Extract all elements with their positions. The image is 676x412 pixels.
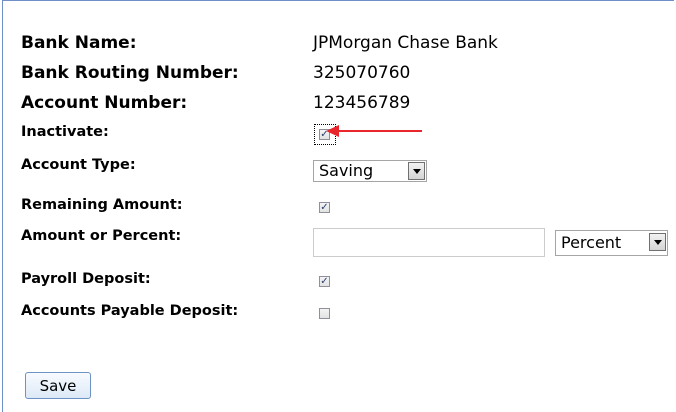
bank-account-panel: Bank Name: JPMorgan Chase Bank Bank Rout…: [2, 0, 674, 412]
accounts-payable-deposit-label: Accounts Payable Deposit:: [21, 303, 239, 319]
amount-unit-select[interactable]: Percent: [555, 230, 668, 256]
remaining-amount-label: Remaining Amount:: [21, 197, 183, 213]
amount-or-percent-label: Amount or Percent:: [21, 228, 182, 244]
bank-name-value: JPMorgan Chase Bank: [313, 33, 498, 53]
payroll-deposit-checkbox[interactable]: [319, 276, 330, 287]
save-button[interactable]: Save: [25, 372, 91, 399]
chevron-down-icon: [649, 233, 666, 251]
bank-routing-value: 325070760: [313, 63, 411, 83]
payroll-deposit-label: Payroll Deposit:: [21, 271, 151, 287]
red-arrow-annotation: [326, 125, 422, 137]
inactivate-label: Inactivate:: [21, 124, 109, 140]
remaining-amount-checkbox[interactable]: [319, 202, 330, 213]
account-type-label: Account Type:: [21, 157, 136, 173]
account-type-select[interactable]: Saving: [313, 160, 427, 182]
account-number-value: 123456789: [313, 93, 411, 113]
bank-name-label: Bank Name:: [21, 33, 137, 53]
account-type-selected: Saving: [319, 161, 374, 180]
bank-routing-label: Bank Routing Number:: [21, 63, 239, 83]
chevron-down-icon: [408, 162, 425, 180]
accounts-payable-deposit-checkbox[interactable]: [319, 308, 330, 319]
amount-input[interactable]: [313, 228, 545, 257]
account-number-label: Account Number:: [21, 93, 188, 113]
amount-unit-selected: Percent: [561, 233, 622, 252]
